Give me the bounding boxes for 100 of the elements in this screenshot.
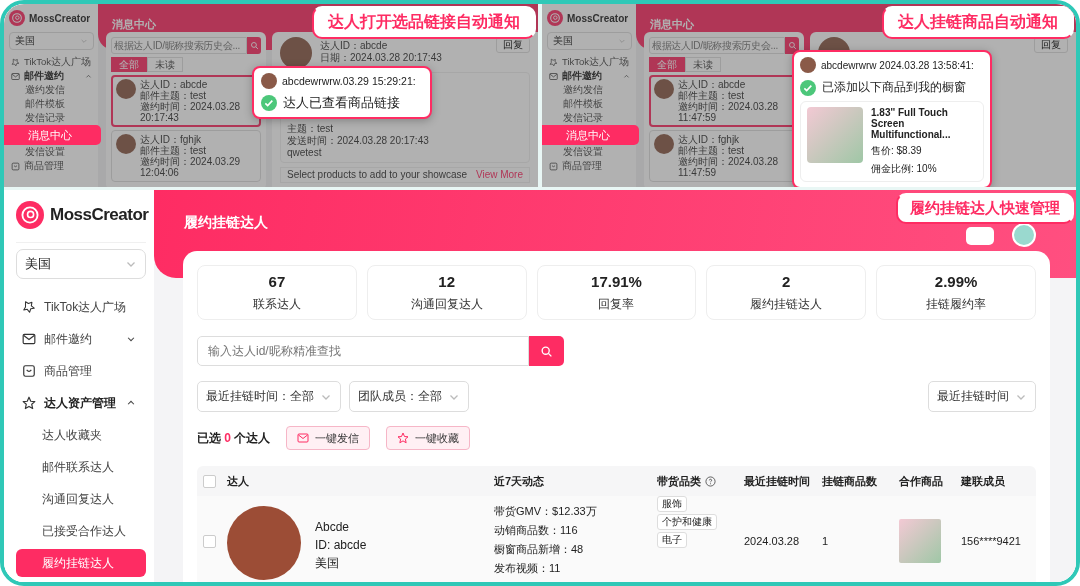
search-field[interactable]: 根据达人ID/昵称搜索历史会... bbox=[649, 37, 785, 54]
nav-item[interactable]: TikTok达人广场 bbox=[547, 55, 632, 69]
sort-dropdown[interactable]: 最近挂链时间 bbox=[928, 381, 1036, 412]
badge-icon bbox=[22, 300, 36, 314]
product-photo bbox=[899, 519, 941, 563]
nav-subitem[interactable]: 邮件模板 bbox=[9, 97, 94, 111]
checkbox[interactable] bbox=[203, 474, 216, 488]
nav-subitem[interactable]: 发信记录 bbox=[9, 111, 94, 125]
nav-item[interactable]: 邮件邀约 bbox=[547, 69, 632, 83]
box-icon bbox=[22, 364, 36, 378]
activity-stat: 发布视频：11 bbox=[494, 561, 561, 576]
message-card[interactable]: 达人ID：fghjk 邮件主题：test 邀约时间：2024.03.29 12:04:06 bbox=[111, 130, 261, 182]
logo-icon bbox=[9, 10, 25, 26]
stat-value: 67 bbox=[268, 272, 286, 290]
search-icon bbox=[540, 344, 553, 358]
logo-text: MossCreator bbox=[567, 12, 629, 24]
avatar-photo bbox=[800, 57, 816, 73]
filter-dropdown[interactable]: 最近挂链时间：全部 bbox=[197, 381, 341, 412]
badge-icon bbox=[11, 57, 20, 67]
header-button[interactable] bbox=[966, 227, 994, 245]
search-button[interactable] bbox=[529, 336, 564, 366]
selection-count: 已选 0 个达人 bbox=[197, 429, 271, 447]
nav-subitem[interactable]: 发信设置 bbox=[9, 145, 94, 159]
creator-region: 美国 bbox=[315, 555, 340, 572]
avatar-photo bbox=[654, 79, 674, 99]
table-cell: 1 bbox=[822, 535, 829, 547]
column-header: 挂链商品数 bbox=[822, 473, 877, 489]
mail-icon bbox=[11, 71, 20, 81]
nav-subitem[interactable]: 已接受合作达人 bbox=[16, 515, 146, 547]
column-header: 建联成员 bbox=[961, 473, 1005, 489]
search-field[interactable]: 输入达人id/昵称精准查找 bbox=[197, 336, 529, 366]
nav-item[interactable]: 达人资产管理 bbox=[16, 387, 146, 419]
action-button[interactable]: 一键收藏 bbox=[386, 426, 471, 450]
avatar-photo bbox=[261, 73, 277, 89]
view-more-link[interactable]: View More bbox=[475, 169, 523, 181]
product-photo bbox=[807, 107, 863, 163]
message-info: 邮件主题：test bbox=[140, 145, 208, 156]
avatar-photo bbox=[654, 134, 674, 154]
nav-item[interactable]: 邮件邀约 bbox=[9, 69, 94, 83]
showcase-text: Select products to add to your showcase bbox=[287, 169, 468, 181]
nav-item[interactable]: 商品管理 bbox=[547, 159, 632, 173]
nav-subitem[interactable]: 邀约发信 bbox=[547, 83, 632, 97]
creator-id: ID: abcde bbox=[315, 537, 367, 554]
nav-subitem[interactable]: 消息中心 bbox=[542, 125, 639, 145]
column-header: 近7天动态 bbox=[494, 473, 545, 489]
detail-info: 日期：2024.03.28 20:17:43 bbox=[320, 52, 443, 64]
search-icon bbox=[787, 41, 797, 50]
category-tag: 服饰 bbox=[657, 496, 687, 512]
search-button[interactable] bbox=[785, 37, 799, 54]
table-cell: 2024.03.28 bbox=[744, 535, 800, 547]
avatar-photo bbox=[280, 37, 312, 69]
caret-icon bbox=[126, 334, 136, 344]
message-info: 邮件主题：test bbox=[140, 90, 208, 101]
nav-item[interactable]: TikTok达人广场 bbox=[16, 291, 146, 323]
column-header: 合作商品 bbox=[899, 473, 943, 489]
nav-subitem[interactable]: 邮件模板 bbox=[547, 97, 632, 111]
checkbox[interactable] bbox=[203, 534, 216, 548]
detail-info: 达人ID：abcde bbox=[320, 40, 389, 52]
product-commission: 佣金比例: 10% bbox=[871, 162, 938, 176]
nav-item[interactable]: 邮件邀约 bbox=[16, 323, 146, 355]
filter-tab[interactable]: 未读 bbox=[685, 57, 721, 72]
nav-subitem[interactable]: 邮件联系达人 bbox=[16, 451, 146, 483]
nav-item[interactable]: 商品管理 bbox=[9, 159, 94, 173]
column-header: 带货品类 bbox=[657, 473, 701, 489]
nav-subitem[interactable]: 消息中心 bbox=[4, 125, 101, 145]
avatar-photo bbox=[116, 79, 136, 99]
region-select[interactable]: 美国 bbox=[9, 32, 94, 50]
message-info: 邀约时间：2024.03.29 12:04:06 bbox=[140, 156, 242, 178]
nav-subitem[interactable]: 履约挂链达人 bbox=[16, 549, 146, 577]
category-tag: 个护和健康 bbox=[657, 514, 717, 530]
caret-icon bbox=[85, 72, 92, 80]
page-title: 消息中心 bbox=[112, 18, 156, 30]
category-tag: 电子 bbox=[657, 532, 687, 548]
message-text: 主题：test bbox=[287, 123, 335, 135]
stat-value: 2 bbox=[782, 272, 791, 290]
filter-tab[interactable]: 未读 bbox=[147, 57, 183, 72]
nav-subitem[interactable]: 达人收藏夹 bbox=[16, 419, 146, 451]
message-info: 邮件主题：test bbox=[678, 90, 746, 101]
logo-text: MossCreator bbox=[29, 12, 91, 24]
region-select[interactable]: 美国 bbox=[16, 249, 146, 279]
logo-icon bbox=[547, 10, 563, 26]
table-cell: 156****9421 bbox=[961, 535, 1021, 547]
search-button[interactable] bbox=[247, 37, 261, 54]
stat-value: 12 bbox=[438, 272, 456, 290]
user-avatar[interactable] bbox=[1012, 223, 1036, 247]
nav-subitem[interactable]: 发信设置 bbox=[547, 145, 632, 159]
nav-item[interactable]: 商品管理 bbox=[16, 355, 146, 387]
logo-icon bbox=[16, 201, 44, 229]
filter-tab[interactable]: 全部 bbox=[111, 57, 147, 72]
nav-item[interactable]: TikTok达人广场 bbox=[9, 55, 94, 69]
filter-dropdown[interactable]: 团队成员：全部 bbox=[349, 381, 469, 412]
nav-subitem[interactable]: 邀约发信 bbox=[9, 83, 94, 97]
nav-subitem[interactable]: 发信记录 bbox=[547, 111, 632, 125]
logo-text: MossCreator bbox=[50, 205, 149, 225]
nav-subitem[interactable]: 沟通回复达人 bbox=[16, 483, 146, 515]
search-field[interactable]: 根据达人ID/昵称搜索历史会... bbox=[111, 37, 247, 54]
filter-tab[interactable]: 全部 bbox=[649, 57, 685, 72]
action-button[interactable]: 一键发信 bbox=[286, 426, 371, 450]
stat-value: 2.99% bbox=[934, 272, 978, 290]
region-select[interactable]: 美国 bbox=[547, 32, 632, 50]
